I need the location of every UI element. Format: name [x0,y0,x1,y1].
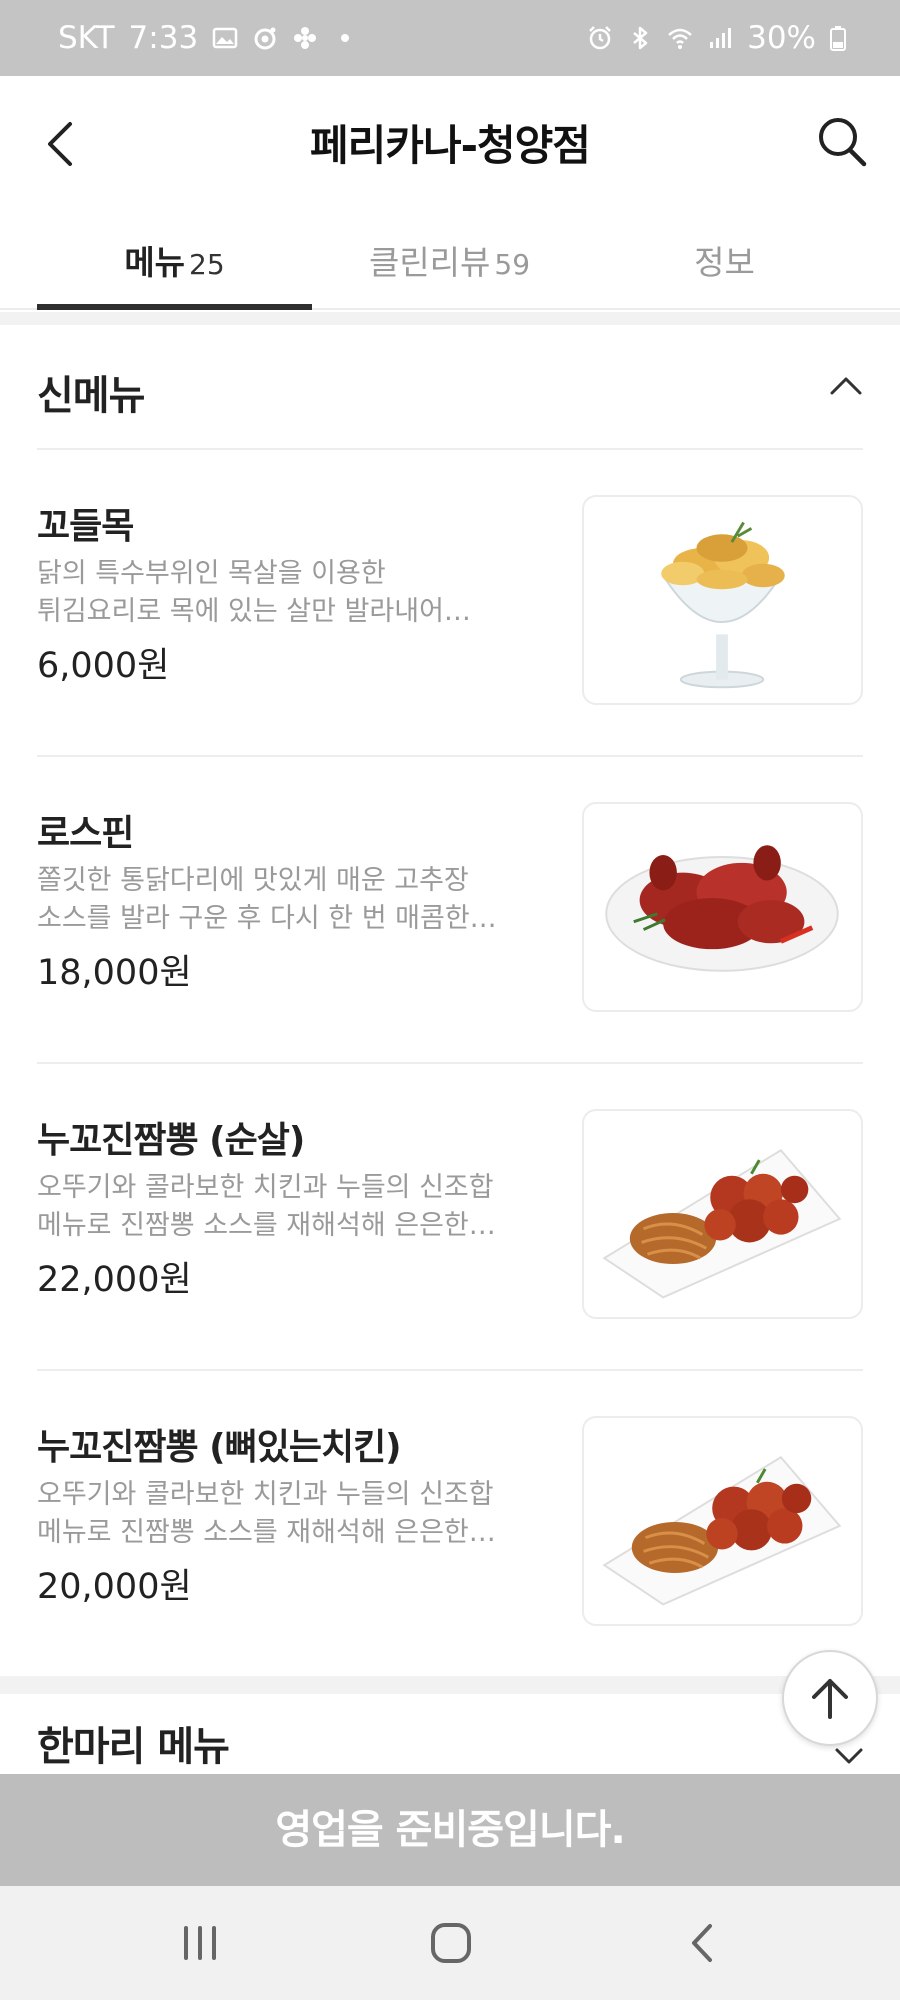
store-closed-banner: 영업을 준비중입니다. [0,1774,900,1886]
system-nav-bar [0,1886,900,2000]
home-icon[interactable] [421,1916,481,1970]
battery-icon [830,26,846,51]
section-title: 신메뉴 [37,373,145,419]
scroll-top-button[interactable] [782,1650,878,1746]
status-bar: SKT 7:33 30% [0,0,900,76]
menu-item-desc-line: 소스를 발라 구운 후 다시 한 번 매콤한… [37,903,497,934]
menu-item-description: 닭의 특수부위인 목살을 이용한 튀김요리로 목에 있는 살만 발라내어… [37,555,537,631]
menu-item-price: 6,000원 [37,646,170,686]
tab-reviews-label: 클린리뷰 [368,243,491,282]
arrow-up-icon [812,1679,848,1719]
signal-icon [710,28,732,48]
fried-neck-in-glass [661,521,785,689]
menu-item-image [582,495,863,705]
menu-item-name: 로스핀 [37,813,134,854]
menu-item-price: 20,000원 [37,1567,192,1607]
status-left: SKT 7:33 [58,20,358,56]
section-gap [0,1676,900,1694]
menu-item-description: 오뚜기와 콜라보한 치킨과 누들의 신조합 메뉴로 진짬뽕 소스를 재해석해 은… [37,1476,537,1552]
menu-item[interactable]: 누꼬진짬뽕 (순살) 오뚜기와 콜라보한 치킨과 누들의 신조합 메뉴로 진짬뽕… [0,1063,900,1369]
image-icon [212,27,238,49]
menu-item[interactable]: 누꼬진짬뽕 (뼈있는치킨) 오뚜기와 콜라보한 치킨과 누들의 신조합 메뉴로 … [0,1370,900,1676]
bluetooth-icon [633,26,648,50]
chevron-down-icon[interactable] [834,1746,864,1766]
search-icon[interactable] [812,112,872,172]
menu-item-description: 쫄깃한 통닭다리에 맛있게 매운 고추장 소스를 발라 구운 후 다시 한 번 … [37,862,537,938]
tab-info[interactable]: 정보 [587,210,862,308]
menu-item-image [582,802,863,1012]
chicken-with-noodles [602,1455,842,1606]
chevron-up-icon[interactable] [828,373,864,397]
menu-item-desc-line: 튀김요리로 목에 있는 살만 발라내어… [37,596,471,627]
menu-item-desc-line: 메뉴로 진짬뽕 소스를 재해석해 은은한… [37,1210,496,1241]
wifi-icon [668,28,692,49]
red-glazed-drumsticks [605,845,839,972]
carrier: SKT [58,20,115,56]
section-header[interactable]: 신메뉴 [0,325,900,449]
menu-item-desc-line: 오뚜기와 콜라보한 치킨과 누들의 신조합 [37,1479,494,1510]
tab-bar: 메뉴 25 클린리뷰 59 정보 [0,210,900,310]
tab-reviews[interactable]: 클린리뷰 59 [312,210,587,308]
menu-item-image [582,1109,863,1319]
menu-item-price: 22,000원 [37,1260,192,1300]
menu-item-description: 오뚜기와 콜라보한 치킨과 누들의 신조합 메뉴로 진짬뽕 소스를 재해석해 은… [37,1169,537,1245]
menu-item-name: 꼬들목 [37,506,134,547]
alarm-icon [589,26,611,50]
section-gap [0,312,900,325]
dot-icon [341,34,350,42]
tab-menu-label: 메뉴 [124,243,186,282]
tab-menu-count: 25 [189,248,225,281]
page-title: 페리카나-청양점 [310,121,591,170]
battery-percent: 30% [747,20,816,56]
menu-item-desc-line: 메뉴로 진짬뽕 소스를 재해석해 은은한… [37,1517,496,1548]
recent-apps-icon[interactable] [170,1916,230,1970]
menu-item-name: 누꼬진짬뽕 (뼈있는치킨) [37,1427,402,1468]
menu-item-name: 누꼬진짬뽕 (순살) [37,1120,305,1161]
menu-item-desc-line: 오뚜기와 콜라보한 치킨과 누들의 신조합 [37,1172,494,1203]
menu-item-price: 18,000원 [37,953,192,993]
back-icon[interactable] [674,1916,734,1970]
tab-info-label: 정보 [694,243,755,282]
clock: 7:33 [128,20,199,56]
section-title: 한마리 메뉴 [37,1724,230,1770]
record-icon [254,27,276,50]
tab-reviews-count: 59 [494,248,531,281]
menu-item-desc-line: 쫄깃한 통닭다리에 맛있게 매운 고추장 [37,865,469,896]
section-header[interactable]: 한마리 메뉴 [0,1694,900,1774]
menu-item-desc-line: 닭의 특수부위인 목살을 이용한 [37,558,386,589]
app-header: 페리카나-청양점 [0,76,900,210]
menu-item[interactable]: 로스핀 쫄깃한 통닭다리에 맛있게 매운 고추장 소스를 발라 구운 후 다시 … [0,756,900,1062]
status-right: 30% [587,20,846,56]
tab-menu[interactable]: 메뉴 25 [37,210,312,310]
menu-item[interactable]: 꼬들목 닭의 특수부위인 목살을 이용한 튀김요리로 목에 있는 살만 발라내어… [0,449,900,755]
menu-item-image [582,1416,863,1626]
chicken-with-noodles [602,1148,842,1299]
fan-icon [294,27,317,49]
